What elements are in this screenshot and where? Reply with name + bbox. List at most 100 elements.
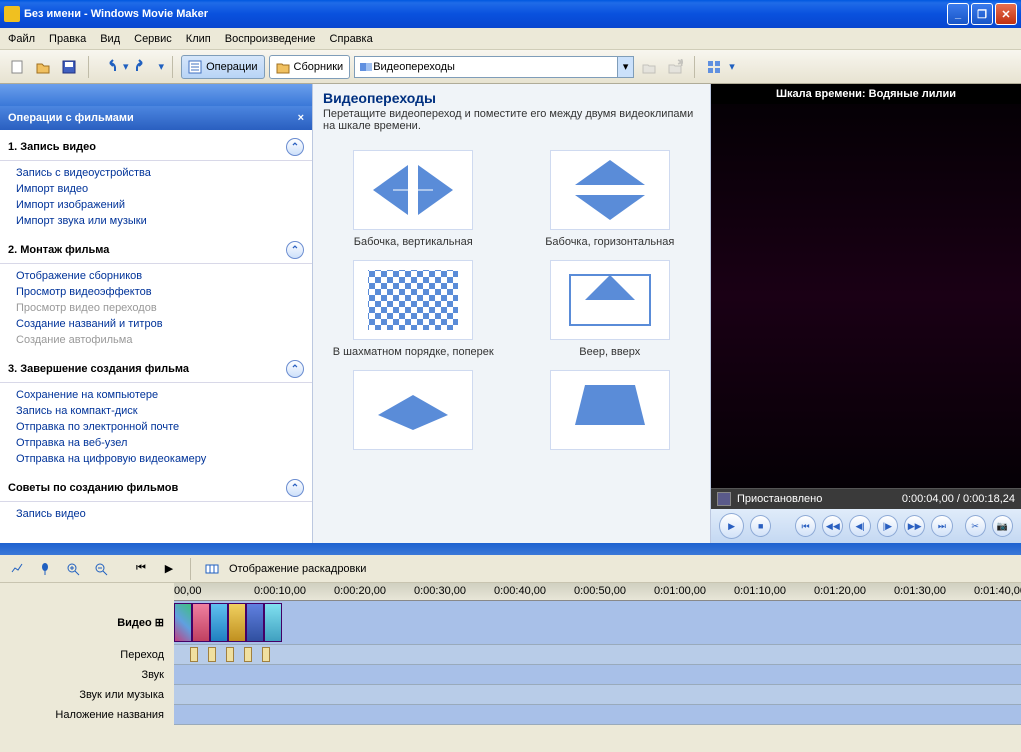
location-combo[interactable]: ▾ (354, 56, 634, 78)
view-button[interactable] (703, 56, 725, 78)
task-link[interactable]: Отправка на цифровую видеокамеру (16, 451, 312, 467)
timeline-tracks[interactable]: 00,000:00:10,000:00:20,000:00:30,000:00:… (174, 583, 1021, 752)
workspace: Операции с фильмами × 1. Запись видео⌃За… (0, 84, 1021, 543)
transition-clip[interactable] (208, 647, 216, 662)
collapse-icon[interactable]: ⌃ (286, 360, 304, 378)
transition-item[interactable]: Веер, вверх (522, 260, 699, 358)
splitter-bar[interactable] (0, 543, 1021, 555)
task-section-header[interactable]: 1. Запись видео⌃ (0, 134, 312, 161)
transition-thumb (353, 370, 473, 450)
task-link[interactable]: Отображение сборников (16, 268, 312, 284)
tasks-button[interactable]: Операции (181, 55, 264, 79)
transition-clip[interactable] (244, 647, 252, 662)
task-link[interactable]: Запись с видеоустройства (16, 165, 312, 181)
transition-item[interactable]: В шахматном порядке, поперек (325, 260, 502, 358)
collections-button[interactable]: Сборники (269, 55, 351, 79)
tl-play-button[interactable]: ▶ (158, 558, 180, 580)
tl-rewind-button[interactable]: ⏮ (130, 558, 152, 580)
up-folder-button[interactable] (638, 56, 660, 78)
undo-button[interactable] (97, 56, 119, 78)
combo-arrow-icon[interactable]: ▾ (617, 57, 633, 77)
ruler-tick: 0:00:50,00 (574, 585, 626, 597)
transition-clip[interactable] (262, 647, 270, 662)
task-section-header[interactable]: 2. Монтаж фильма⌃ (0, 237, 312, 264)
timeline-ruler[interactable]: 00,000:00:10,000:00:20,000:00:30,000:00:… (174, 583, 1021, 601)
transition-item[interactable]: Бабочка, горизонтальная (522, 150, 699, 248)
collapse-icon[interactable]: ⌃ (286, 479, 304, 497)
title-track[interactable] (174, 705, 1021, 725)
task-link[interactable]: Запись на компакт-диск (16, 403, 312, 419)
tl-zoom-out-button[interactable] (90, 558, 112, 580)
tl-zoom-in-button[interactable] (62, 558, 84, 580)
maximize-button[interactable]: ❐ (971, 3, 993, 25)
menu-help[interactable]: Справка (330, 33, 373, 45)
prev-button[interactable]: ⏮ (795, 515, 816, 537)
open-button[interactable] (32, 56, 54, 78)
task-section-header[interactable]: 3. Завершение создания фильма⌃ (0, 356, 312, 383)
play-button[interactable]: ▶ (719, 513, 744, 539)
tl-levels-button[interactable] (6, 558, 28, 580)
task-link[interactable]: Запись видео (16, 506, 312, 522)
transition-item[interactable] (325, 370, 502, 456)
menu-edit[interactable]: Правка (49, 33, 86, 45)
minimize-button[interactable]: _ (947, 3, 969, 25)
app-icon (4, 6, 20, 22)
video-clip[interactable] (174, 603, 192, 642)
task-link[interactable]: Импорт видео (16, 181, 312, 197)
video-clip[interactable] (192, 603, 210, 642)
close-button[interactable]: ✕ (995, 3, 1017, 25)
view-dropdown-icon[interactable]: ▾ (729, 60, 735, 73)
video-clip[interactable] (264, 603, 282, 642)
task-link[interactable]: Создание названий и титров (16, 316, 312, 332)
step-fwd-button[interactable]: |▶ (877, 515, 898, 537)
location-input[interactable] (373, 61, 613, 73)
video-clip[interactable] (246, 603, 264, 642)
undo-dropdown-icon[interactable]: ▾ (123, 60, 129, 73)
video-clip[interactable] (228, 603, 246, 642)
new-folder-button[interactable]: ✱ (664, 56, 686, 78)
task-link[interactable]: Импорт звука или музыки (16, 213, 312, 229)
transition-clip[interactable] (226, 647, 234, 662)
menu-view[interactable]: Вид (100, 33, 120, 45)
task-gradient-strip (0, 84, 312, 106)
rewind-button[interactable]: ◀◀ (822, 515, 843, 537)
task-link[interactable]: Просмотр видеоэффектов (16, 284, 312, 300)
transition-item[interactable] (522, 370, 699, 456)
menu-clip[interactable]: Клип (186, 33, 211, 45)
transition-track[interactable] (174, 645, 1021, 665)
task-link[interactable]: Импорт изображений (16, 197, 312, 213)
storyboard-icon[interactable] (201, 558, 223, 580)
step-back-button[interactable]: ◀| (849, 515, 870, 537)
preview-video[interactable] (711, 104, 1021, 488)
task-link[interactable]: Отправка по электронной почте (16, 419, 312, 435)
split-button[interactable]: ✂ (965, 515, 986, 537)
task-link[interactable]: Сохранение на компьютере (16, 387, 312, 403)
video-track[interactable] (174, 601, 1021, 645)
menubar: Файл Правка Вид Сервис Клип Воспроизведе… (0, 28, 1021, 50)
menu-file[interactable]: Файл (8, 33, 35, 45)
redo-button[interactable] (133, 56, 155, 78)
task-section-header[interactable]: Советы по созданию фильмов⌃ (0, 475, 312, 502)
save-button[interactable] (58, 56, 80, 78)
menu-tools[interactable]: Сервис (134, 33, 172, 45)
fastfwd-button[interactable]: ▶▶ (904, 515, 925, 537)
ruler-tick: 0:01:30,00 (894, 585, 946, 597)
new-button[interactable] (6, 56, 28, 78)
tl-narrate-button[interactable] (34, 558, 56, 580)
transition-item[interactable]: Бабочка, вертикальная (325, 150, 502, 248)
task-pane-close-icon[interactable]: × (298, 112, 304, 124)
audio-track[interactable] (174, 665, 1021, 685)
music-track[interactable] (174, 685, 1021, 705)
storyboard-label[interactable]: Отображение раскадровки (229, 563, 366, 575)
redo-dropdown-icon[interactable]: ▾ (159, 60, 165, 73)
video-clip[interactable] (210, 603, 228, 642)
collapse-icon[interactable]: ⌃ (286, 138, 304, 156)
stop-button[interactable]: ■ (750, 515, 771, 537)
snapshot-button[interactable]: 📷 (992, 515, 1013, 537)
transitions-icon (359, 60, 373, 74)
task-link[interactable]: Отправка на веб-узел (16, 435, 312, 451)
transition-clip[interactable] (190, 647, 198, 662)
next-button[interactable]: ⏭ (931, 515, 952, 537)
menu-play[interactable]: Воспроизведение (225, 33, 316, 45)
collapse-icon[interactable]: ⌃ (286, 241, 304, 259)
